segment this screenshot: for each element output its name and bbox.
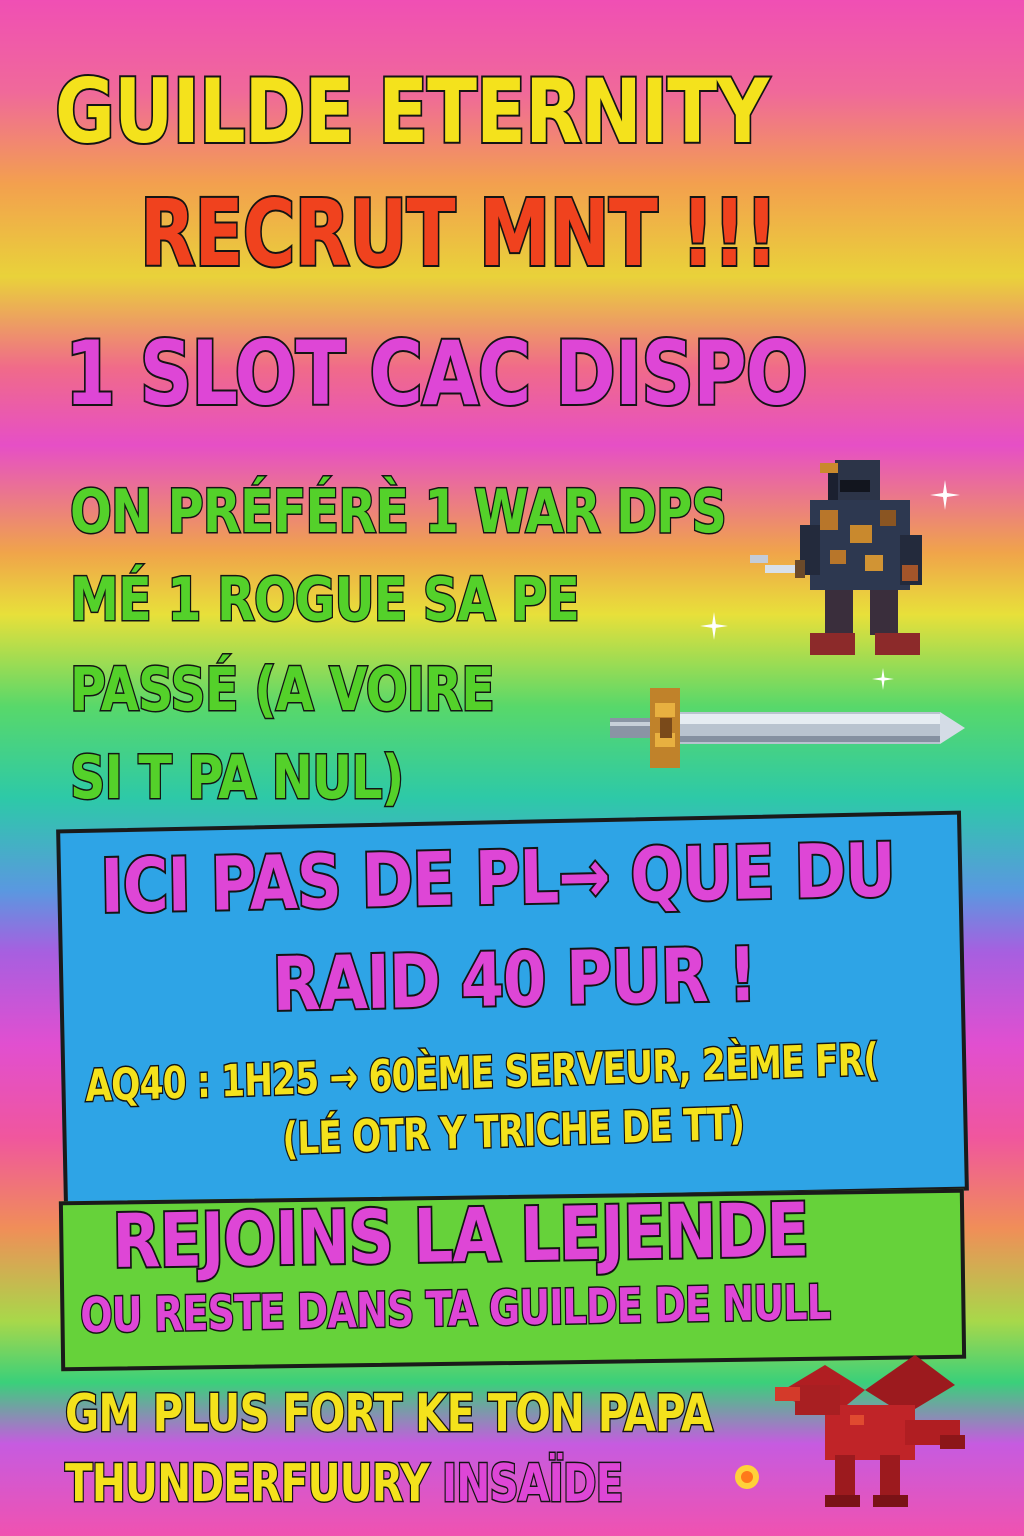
thunderfury-text: THUNDERFUURY xyxy=(64,1454,431,1514)
sword-icon xyxy=(610,688,965,768)
guild-title: GUILDE ETERNITY xyxy=(53,60,771,163)
join-box-line-2: OU RESTE DANS TA GUILDE DE NULL xyxy=(79,1273,832,1345)
footer-line-1: GM PLUS FORT KE TON PAPA xyxy=(64,1384,714,1444)
recruit-headline: RECRUT MNT !!! xyxy=(138,180,779,287)
raid-box-line-2: RAID 40 PUR ! xyxy=(270,930,758,1030)
raid-box-line-1: ICI PAS DE PL→ QUE DU xyxy=(98,826,897,932)
join-box-line-1: REJOINS LA LEJENDE xyxy=(110,1186,810,1287)
preference-line-3: PASSÉ (A VOIRE xyxy=(69,655,496,725)
sparkle-icon xyxy=(930,480,960,510)
slot-headline: 1 SLOT CAC DISPO xyxy=(63,322,809,425)
sparkle-icon xyxy=(700,612,728,640)
preference-line-4: SI T PA NUL) xyxy=(69,743,406,813)
insaide-text: INSAÏDE xyxy=(428,1454,625,1514)
preference-line-2: MÉ 1 ROGUE SA PE xyxy=(69,565,581,635)
dragon-icon xyxy=(775,1355,965,1507)
sparkle-icon xyxy=(735,1465,759,1489)
footer-line-2: THUNDERFUURY INSAÏDE xyxy=(64,1457,625,1512)
preference-line-1: ON PRÉFÉRÈ 1 WAR DPS xyxy=(69,477,728,547)
